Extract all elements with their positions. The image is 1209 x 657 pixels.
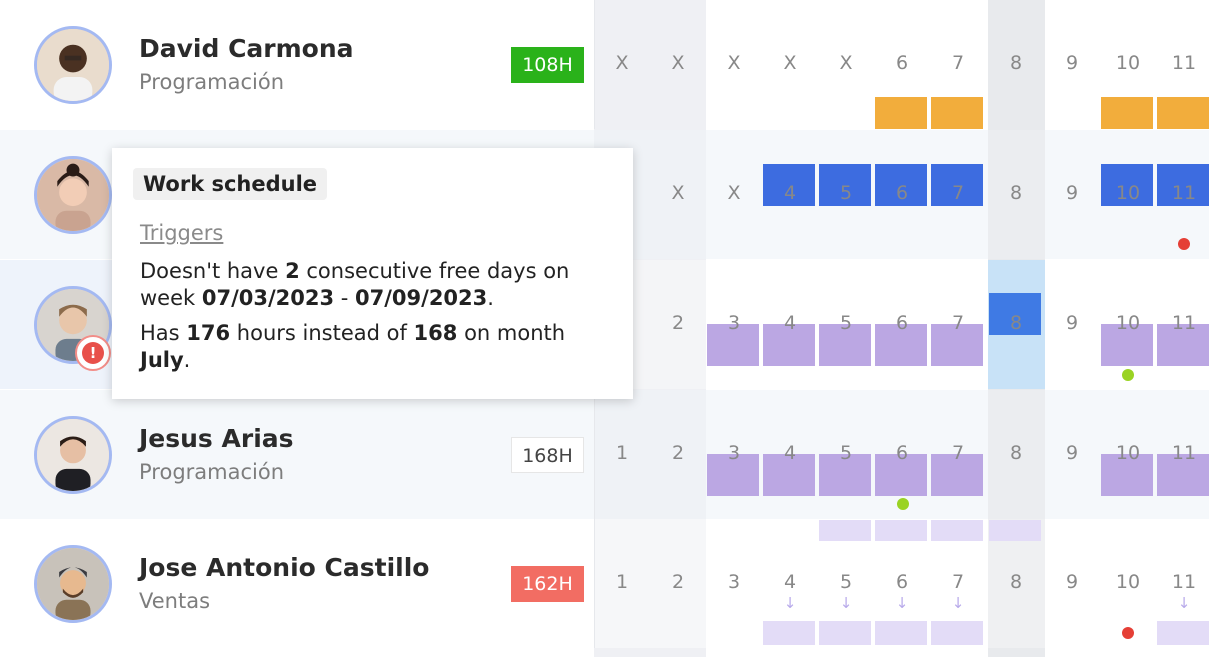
day-number: 7 bbox=[951, 442, 965, 464]
day-number: 10 bbox=[1115, 312, 1141, 334]
day-number: 9 bbox=[1065, 442, 1079, 464]
shift-block bbox=[875, 520, 927, 541]
avatar[interactable] bbox=[34, 416, 112, 494]
day-number: 4 bbox=[783, 312, 797, 334]
employee-name: Jose Antonio Castillo bbox=[139, 553, 430, 582]
employee-info: Jesus Arias Programación 168H bbox=[0, 390, 594, 519]
arrow-down-icon: ↓ bbox=[895, 594, 909, 612]
day-number: 4 bbox=[783, 442, 797, 464]
day-number: 9 bbox=[1065, 312, 1079, 334]
avatar[interactable] bbox=[34, 26, 112, 104]
day-number: 10 bbox=[1115, 442, 1141, 464]
day-number: 8 bbox=[1009, 52, 1023, 74]
employee-name: David Carmona bbox=[139, 34, 354, 63]
avatar[interactable] bbox=[34, 156, 112, 234]
day-number: X bbox=[727, 52, 741, 74]
day-number: 11 bbox=[1171, 52, 1197, 74]
shift-block bbox=[931, 97, 983, 129]
day-number: 3 bbox=[727, 442, 741, 464]
hours-badge: 168H bbox=[511, 437, 584, 473]
hours-badge: 108H bbox=[511, 47, 584, 83]
day-number: X bbox=[839, 52, 853, 74]
day-number: 1 bbox=[615, 571, 629, 593]
status-dot bbox=[1178, 238, 1190, 250]
day-number: 11 bbox=[1171, 312, 1197, 334]
shift-block bbox=[763, 621, 815, 645]
day-number: 8 bbox=[1009, 571, 1023, 593]
day-number: 7 bbox=[951, 312, 965, 334]
arrow-down-icon: ↓ bbox=[839, 594, 853, 612]
shift-block bbox=[931, 621, 983, 645]
shift-block bbox=[875, 621, 927, 645]
work-schedule-tooltip: Work schedule Triggers Doesn't have 2 co… bbox=[112, 148, 633, 399]
day-number: 6 bbox=[895, 442, 909, 464]
day-number: 10 bbox=[1115, 182, 1141, 204]
day-number: 9 bbox=[1065, 571, 1079, 593]
day-number: 3 bbox=[727, 571, 741, 593]
day-number: 1 bbox=[615, 442, 629, 464]
employee-department: Programación bbox=[139, 460, 285, 484]
day-number: 11 bbox=[1171, 182, 1197, 204]
day-number: 9 bbox=[1065, 182, 1079, 204]
status-dot bbox=[1122, 369, 1134, 381]
shift-block bbox=[989, 520, 1041, 541]
tooltip-title: Work schedule bbox=[133, 168, 328, 200]
employee-info: Jose Antonio Castillo Ventas 162H bbox=[0, 519, 594, 648]
employee-name: Jesus Arias bbox=[139, 424, 294, 453]
day-number: 8 bbox=[1009, 182, 1023, 204]
arrow-down-icon: ↓ bbox=[951, 594, 965, 612]
day-number: 8 bbox=[1009, 442, 1023, 464]
status-dot bbox=[1122, 627, 1134, 639]
day-number: 6 bbox=[895, 52, 909, 74]
shift-block bbox=[875, 97, 927, 129]
day-number: 7 bbox=[951, 571, 965, 593]
shift-block bbox=[819, 520, 871, 541]
tooltip-line-free-days: Doesn't have 2 consecutive free days on … bbox=[140, 259, 570, 310]
day-number: 7 bbox=[951, 52, 965, 74]
day-number: 3 bbox=[727, 312, 741, 334]
day-number: 2 bbox=[671, 312, 685, 334]
shift-block bbox=[1101, 97, 1153, 129]
employee-department: Programación bbox=[139, 70, 285, 94]
day-number: 2 bbox=[671, 442, 685, 464]
day-number: 6 bbox=[895, 182, 909, 204]
tooltip-line-hours: Has 176 hours instead of 168 on month Ju… bbox=[140, 321, 566, 372]
day-number: X bbox=[671, 182, 685, 204]
day-number: 5 bbox=[839, 571, 853, 593]
day-number: 6 bbox=[895, 571, 909, 593]
day-number: 11 bbox=[1171, 571, 1197, 593]
employee-department: Ventas bbox=[139, 589, 211, 613]
employee-info: David Carmona Programación 108H bbox=[0, 0, 594, 129]
avatar[interactable] bbox=[34, 545, 112, 623]
warning-badge[interactable]: ! bbox=[75, 335, 111, 371]
shift-block bbox=[1157, 621, 1209, 645]
day-number: X bbox=[727, 182, 741, 204]
day-number: X bbox=[783, 52, 797, 74]
day-number: 2 bbox=[671, 571, 685, 593]
arrow-down-icon: ↓ bbox=[783, 594, 797, 612]
day-number: 9 bbox=[1065, 52, 1079, 74]
day-number: 5 bbox=[839, 442, 853, 464]
day-number: X bbox=[671, 52, 685, 74]
day-number: 10 bbox=[1115, 52, 1141, 74]
day-number: 7 bbox=[951, 182, 965, 204]
day-number: 6 bbox=[895, 312, 909, 334]
day-number: 5 bbox=[839, 182, 853, 204]
day-number: 11 bbox=[1171, 442, 1197, 464]
day-number: X bbox=[615, 52, 629, 74]
day-number: 4 bbox=[783, 182, 797, 204]
triggers-link[interactable]: Triggers bbox=[140, 221, 223, 245]
shift-block bbox=[1157, 97, 1209, 129]
day-number: 4 bbox=[783, 571, 797, 593]
day-number: 10 bbox=[1115, 571, 1141, 593]
day-number: 5 bbox=[839, 312, 853, 334]
shift-block bbox=[931, 520, 983, 541]
hours-badge: 162H bbox=[511, 566, 584, 602]
arrow-down-icon: ↓ bbox=[1177, 594, 1191, 612]
day-number: 8 bbox=[1009, 312, 1023, 334]
shift-block bbox=[819, 621, 871, 645]
exclamation-icon: ! bbox=[82, 342, 104, 364]
status-dot bbox=[897, 498, 909, 510]
